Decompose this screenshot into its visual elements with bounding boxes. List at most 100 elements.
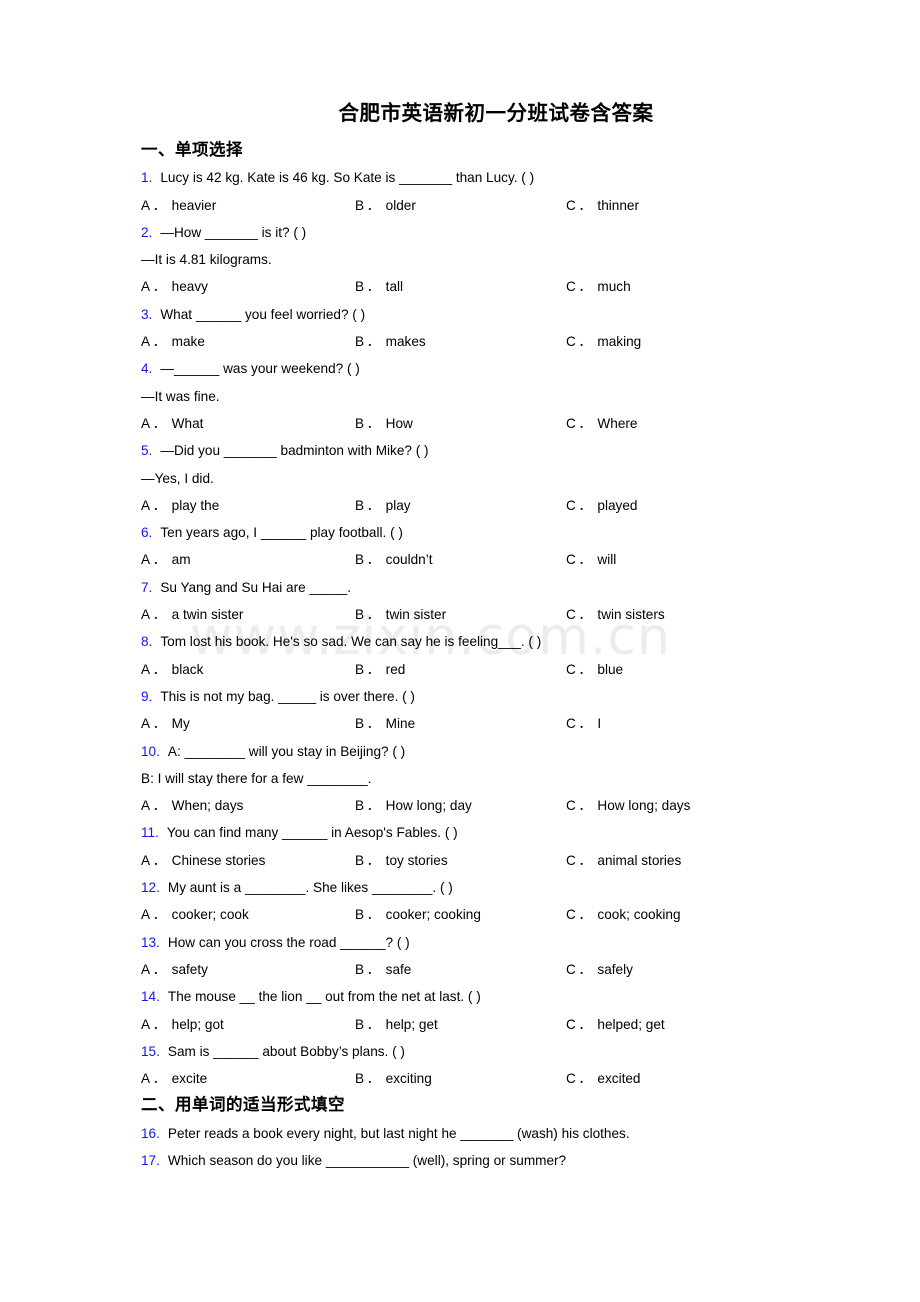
question-number: 3. [141, 306, 153, 322]
option-row: A． What B． How C． Where [141, 410, 841, 437]
question-number: 16. [141, 1125, 160, 1141]
option-b[interactable]: B． cooker; cooking [355, 901, 481, 928]
question-text: Tom lost his book. He's so sad. We can s… [160, 634, 542, 650]
option-c[interactable]: C． safely [566, 956, 633, 983]
option-b[interactable]: B． exciting [355, 1065, 432, 1092]
option-b[interactable]: B． makes [355, 328, 426, 355]
option-a[interactable]: A． What [141, 410, 203, 437]
option-a[interactable]: A． cooker; cook [141, 901, 249, 928]
option-c[interactable]: C． excited [566, 1065, 641, 1092]
option-b[interactable]: B． tall [355, 273, 403, 300]
question-number: 13. [141, 934, 160, 950]
option-c-label: C． [566, 1016, 595, 1032]
option-c[interactable]: C． blue [566, 656, 623, 683]
option-c-text: How long; days [597, 798, 691, 814]
option-b[interactable]: B． couldn’t [355, 546, 433, 573]
option-b-label: B． [355, 197, 383, 213]
option-c[interactable]: C． animal stories [566, 847, 681, 874]
question-text: A: ________ will you stay in Beijing? ( … [167, 743, 406, 759]
option-row: A． cooker; cook B． cooker; cooking C． cook;… [141, 901, 841, 928]
option-a-label: A． [141, 415, 169, 431]
option-a-label: A． [141, 552, 169, 568]
option-c[interactable]: C． played [566, 492, 637, 519]
option-b[interactable]: B． older [355, 192, 416, 219]
option-b-label: B． [355, 961, 383, 977]
option-b[interactable]: B． Mine [355, 710, 415, 737]
option-b[interactable]: B． safe [355, 956, 411, 983]
option-c[interactable]: C． much [566, 273, 631, 300]
option-b[interactable]: B． play [355, 492, 411, 519]
question-number: 14. [141, 989, 160, 1005]
question-row: 16. Peter reads a book every night, but l… [141, 1120, 841, 1147]
option-c-label: C． [566, 607, 595, 623]
option-b[interactable]: B． twin sister [355, 601, 446, 628]
option-a-label: A． [141, 661, 169, 677]
option-a[interactable]: A． heavy [141, 273, 208, 300]
option-b[interactable]: B． help; get [355, 1011, 438, 1038]
question-row: 9. This is not my bag. _____ is over ther… [141, 683, 841, 710]
question-row: 2. —How _______ is it? ( ) [141, 219, 841, 246]
question-row: 7. Su Yang and Su Hai are _____. [141, 574, 841, 601]
question-number: 7. [141, 579, 153, 595]
option-a-label: A． [141, 1071, 169, 1087]
option-b[interactable]: B． red [355, 656, 405, 683]
option-row: A． play the B． play C． played [141, 492, 841, 519]
question-row: 17. Which season do you like ___________ … [141, 1147, 841, 1174]
option-a-text: help; got [171, 1016, 224, 1032]
option-row: A． excite B． exciting C． excited [141, 1065, 841, 1092]
option-b[interactable]: B． toy stories [355, 847, 448, 874]
option-a-text: heavy [171, 279, 208, 295]
option-b-text: tall [385, 279, 404, 295]
option-a[interactable]: A． When; days [141, 792, 243, 819]
question-text: Which season do you like ___________ (we… [167, 1152, 567, 1168]
option-c-label: C． [566, 907, 595, 923]
option-c-label: C． [566, 852, 595, 868]
option-c-label: C． [566, 798, 595, 814]
option-c[interactable]: C． twin sisters [566, 601, 665, 628]
option-a[interactable]: A． heavier [141, 192, 216, 219]
option-c-label: C． [566, 661, 595, 677]
option-a[interactable]: A． Chinese stories [141, 847, 265, 874]
option-c[interactable]: C． helped; get [566, 1011, 665, 1038]
option-b-text: exciting [385, 1071, 432, 1087]
option-c[interactable]: C． thinner [566, 192, 639, 219]
question-row: 13. How can you cross the road ______? ( … [141, 929, 841, 956]
option-a[interactable]: A． safety [141, 956, 208, 983]
option-a-text: When; days [171, 798, 244, 814]
option-c-text: blue [597, 661, 624, 677]
option-a[interactable]: A． excite [141, 1065, 207, 1092]
option-a-label: A． [141, 1016, 169, 1032]
option-b-text: play [385, 497, 411, 513]
option-c[interactable]: C． I [566, 710, 601, 737]
option-a[interactable]: A． My [141, 710, 190, 737]
option-c[interactable]: C． making [566, 328, 641, 355]
option-c[interactable]: C． will [566, 546, 616, 573]
option-a-label: A． [141, 607, 169, 623]
option-a[interactable]: A． make [141, 328, 205, 355]
option-row: A． My B． Mine C． I [141, 710, 841, 737]
option-a[interactable]: A． black [141, 656, 203, 683]
option-a-label: A． [141, 334, 169, 350]
option-c[interactable]: C． How long; days [566, 792, 690, 819]
option-a[interactable]: A． am [141, 546, 191, 573]
option-b[interactable]: B． How [355, 410, 413, 437]
option-a-text: excite [171, 1071, 208, 1087]
option-b[interactable]: B． How long; day [355, 792, 472, 819]
question-text: Su Yang and Su Hai are _____. [160, 579, 352, 595]
question-number: 12. [141, 880, 160, 896]
option-c-text: thinner [597, 197, 639, 213]
option-c-text: Where [597, 415, 638, 431]
option-a[interactable]: A． help; got [141, 1011, 224, 1038]
option-a-label: A． [141, 279, 169, 295]
option-c[interactable]: C． Where [566, 410, 637, 437]
question-row: 8. Tom lost his book. He's so sad. We can… [141, 628, 841, 655]
option-b-text: Mine [385, 716, 416, 732]
option-a[interactable]: A． play the [141, 492, 219, 519]
question-number: 15. [141, 1043, 160, 1059]
question-continuation: —Yes, I did. [141, 470, 214, 486]
option-a[interactable]: A． a twin sister [141, 601, 243, 628]
option-b-label: B． [355, 716, 383, 732]
option-b-label: B． [355, 1016, 383, 1032]
option-c[interactable]: C． cook; cooking [566, 901, 681, 928]
question-text: This is not my bag. _____ is over there.… [160, 688, 415, 704]
